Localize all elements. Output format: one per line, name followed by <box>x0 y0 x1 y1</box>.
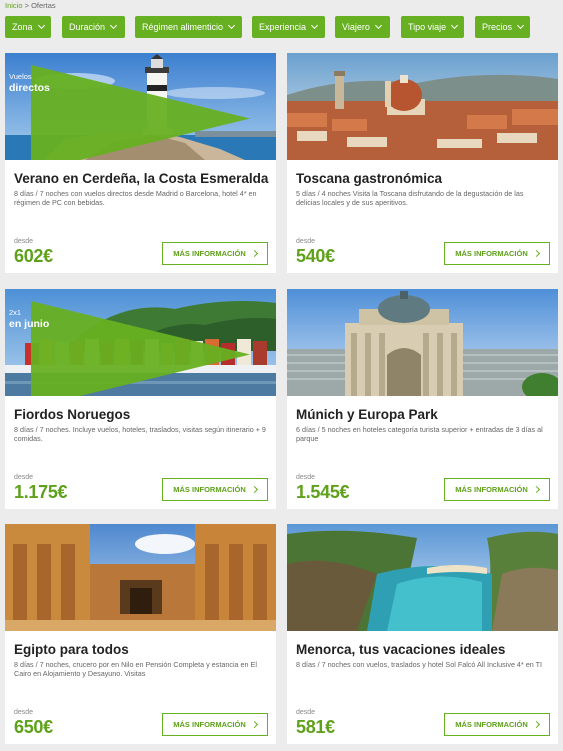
offer-description: 8 días / 7 noches, crucero por en Nilo e… <box>14 660 257 678</box>
price-amount: 602 <box>14 246 44 266</box>
button-label: MÁS INFORMACIÓN <box>455 485 528 494</box>
chevron-down-icon <box>451 21 459 30</box>
price-from-label: desde <box>14 238 34 245</box>
badge-line-2: directos <box>9 82 50 94</box>
offer-card[interactable]: Vuelos directos Verano en Cerdeña, la Co… <box>5 53 276 273</box>
chevron-down-icon <box>228 21 236 30</box>
price-currency: € <box>43 246 53 266</box>
badge-line-1: 2x1 <box>9 308 22 317</box>
offer-title[interactable]: Fiordos Noruegos <box>14 407 130 422</box>
filter-label: Zona <box>12 22 33 32</box>
more-info-button[interactable]: MÁS INFORMACIÓN <box>444 713 550 736</box>
offer-price: 650€ <box>14 717 53 738</box>
filter-zona[interactable]: Zona <box>5 16 51 38</box>
button-label: MÁS INFORMACIÓN <box>173 485 246 494</box>
offer-image-egypt[interactable] <box>5 524 276 631</box>
offer-card[interactable]: Menorca, tus vacaciones ideales 8 días /… <box>287 524 558 744</box>
button-label: MÁS INFORMACIÓN <box>455 720 528 729</box>
filter-experiencia[interactable]: Experiencia <box>252 16 325 38</box>
offer-price: 581€ <box>296 717 335 738</box>
filter-bar: Zona Duración Régimen alimenticio Experi… <box>5 16 558 38</box>
filter-label: Precios <box>482 22 513 32</box>
chevron-right-icon <box>250 249 258 258</box>
offer-image-munich[interactable] <box>287 289 558 396</box>
price-amount: 650 <box>14 717 44 737</box>
chevron-down-icon <box>109 21 118 30</box>
chevron-right-icon <box>532 249 540 258</box>
price-currency: € <box>325 246 335 266</box>
offer-badge: 2x1 en junio <box>5 301 276 396</box>
chevron-down-icon <box>310 21 319 30</box>
offer-card[interactable]: Múnich y Europa Park 6 días / 5 noches e… <box>287 289 558 509</box>
price-from-label: desde <box>296 238 316 245</box>
badge-line-2: en junio <box>9 318 50 330</box>
offer-title[interactable]: Menorca, tus vacaciones ideales <box>296 642 505 657</box>
chevron-right-icon <box>532 720 540 729</box>
offer-description: 6 días / 5 noches en hoteles categoría t… <box>296 425 543 443</box>
price-from-label: desde <box>296 474 316 481</box>
offer-title[interactable]: Toscana gastronómica <box>296 171 442 186</box>
filter-viajero[interactable]: Viajero <box>335 16 390 38</box>
filter-label: Viajero <box>342 22 370 32</box>
filter-regimen[interactable]: Régimen alimenticio <box>135 16 242 38</box>
price-currency: € <box>57 482 68 502</box>
price-currency: € <box>325 717 335 737</box>
chevron-right-icon <box>250 485 258 494</box>
more-info-button[interactable]: MÁS INFORMACIÓN <box>162 478 268 501</box>
more-info-button[interactable]: MÁS INFORMACIÓN <box>444 242 550 265</box>
more-info-button[interactable]: MÁS INFORMACIÓN <box>162 242 268 265</box>
price-currency: € <box>339 482 350 502</box>
button-label: MÁS INFORMACIÓN <box>173 249 246 258</box>
offer-card[interactable]: 2x1 en junio Fiordos Noruegos 8 días / 7… <box>5 289 276 509</box>
breadcrumb: Inicio > Ofertas <box>5 1 56 10</box>
button-label: MÁS INFORMACIÓN <box>455 249 528 258</box>
filter-tipo-viaje[interactable]: Tipo viaje <box>401 16 464 38</box>
chevron-right-icon <box>532 485 540 494</box>
offer-description: 5 días / 4 noches Visita la Toscana disf… <box>296 189 524 207</box>
offer-description: 8 días / 7 noches con vuelos directos de… <box>14 189 257 207</box>
offer-price: 1.175€ <box>14 482 68 503</box>
price-from-label: desde <box>296 709 316 716</box>
offer-image-norway[interactable]: 2x1 en junio <box>5 289 276 396</box>
filter-label: Tipo viaje <box>408 22 447 32</box>
chevron-down-icon <box>374 21 382 30</box>
filter-precios[interactable]: Precios <box>475 16 530 38</box>
offer-image-sardinia[interactable]: Vuelos directos <box>5 53 276 160</box>
offer-description: 8 días / 7 noches. Incluye vuelos, hotel… <box>14 425 266 443</box>
breadcrumb-home-link[interactable]: Inicio <box>5 1 23 10</box>
price-amount: 581 <box>296 717 326 737</box>
more-info-button[interactable]: MÁS INFORMACIÓN <box>444 478 550 501</box>
offer-badge: Vuelos directos <box>5 65 276 160</box>
offer-price: 1.545€ <box>296 482 350 503</box>
chevron-down-icon <box>516 21 525 30</box>
button-label: MÁS INFORMACIÓN <box>173 720 246 729</box>
price-amount: 1.545 <box>296 482 340 502</box>
offer-title[interactable]: Verano en Cerdeña, la Costa Esmeralda <box>14 171 268 186</box>
offer-card[interactable]: Egipto para todos 8 días / 7 noches, cru… <box>5 524 276 744</box>
filter-label: Duración <box>69 22 106 32</box>
offer-price: 540€ <box>296 246 335 267</box>
offer-title[interactable]: Múnich y Europa Park <box>296 407 438 422</box>
price-from-label: desde <box>14 474 34 481</box>
breadcrumb-separator: > <box>22 1 32 10</box>
offer-image-tuscany[interactable] <box>287 53 558 160</box>
filter-label: Régimen alimenticio <box>142 22 224 32</box>
offer-image-menorca[interactable] <box>287 524 558 631</box>
offer-description: 8 días / 7 noches con vuelos, traslados … <box>296 660 542 669</box>
price-currency: € <box>43 717 53 737</box>
filter-label: Experiencia <box>259 22 307 32</box>
price-amount: 540 <box>296 246 326 266</box>
badge-line-1: Vuelos <box>9 72 32 81</box>
price-amount: 1.175 <box>14 482 58 502</box>
price-from-label: desde <box>14 709 34 716</box>
offer-title[interactable]: Egipto para todos <box>14 642 129 657</box>
chevron-down-icon <box>37 21 45 30</box>
breadcrumb-current: Ofertas <box>31 1 56 10</box>
more-info-button[interactable]: MÁS INFORMACIÓN <box>162 713 268 736</box>
chevron-right-icon <box>250 720 258 729</box>
filter-duracion[interactable]: Duración <box>62 16 125 38</box>
offer-card[interactable]: Toscana gastronómica 5 días / 4 noches V… <box>287 53 558 273</box>
offer-price: 602€ <box>14 246 53 267</box>
